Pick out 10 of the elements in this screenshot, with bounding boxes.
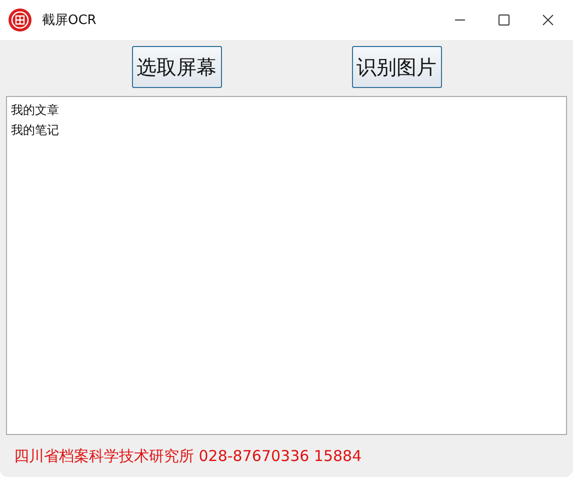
text-line: 我的笔记: [11, 122, 60, 139]
close-icon: [542, 14, 554, 26]
maximize-icon: [498, 14, 510, 26]
action-button[interactable]: 识别图片: [352, 46, 442, 88]
text-area[interactable]: 我的文章 我的笔记: [6, 96, 567, 435]
app-logo-icon: [8, 8, 32, 32]
window-title: 截屏OCR: [42, 12, 98, 29]
action-button[interactable]: 选取屏幕: [132, 46, 222, 88]
footer-text: 四川省档案科学技术研究所 028-87670336 15884: [14, 446, 362, 466]
text-line: 我的文章: [11, 102, 60, 119]
